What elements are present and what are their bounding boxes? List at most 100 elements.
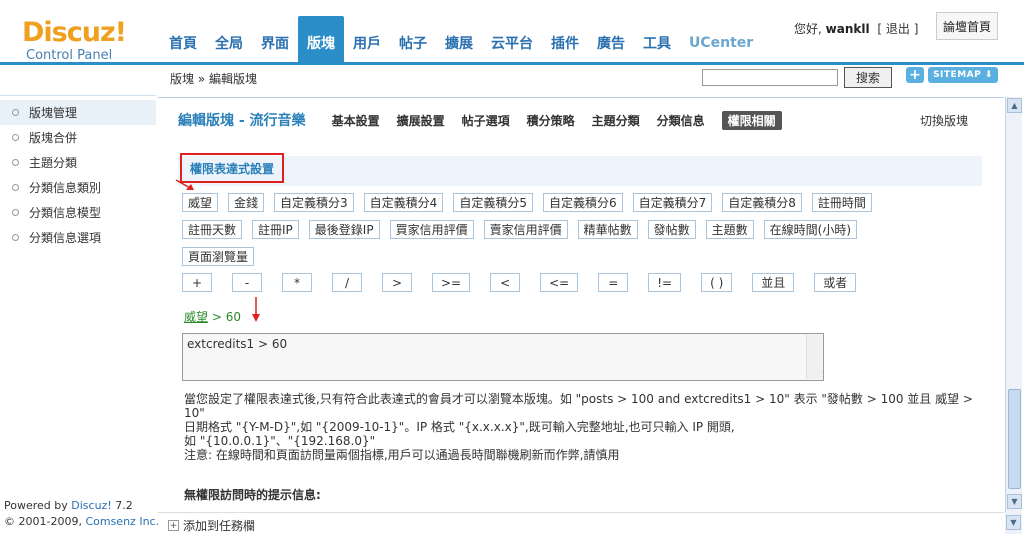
op-button-lte[interactable]: <=	[540, 273, 579, 292]
nav-tab-home[interactable]: 首頁	[160, 16, 206, 62]
textarea-scrollbar[interactable]	[806, 335, 822, 379]
var-button-credit7[interactable]: 自定義積分7	[632, 193, 713, 212]
sidebar-item-label: 主題分類	[29, 156, 78, 170]
op-button-or[interactable]: 或者	[814, 273, 857, 292]
sidebar-item-label: 分類信息類別	[29, 181, 102, 195]
var-button-credit6[interactable]: 自定義積分6	[542, 193, 623, 212]
section-title: 權限表達式設置	[189, 161, 274, 176]
tab-thread-types[interactable]: 主題分類	[592, 112, 640, 129]
var-button-money[interactable]: 金錢	[228, 193, 265, 212]
scroll-down-icon[interactable]: ▼	[1007, 494, 1022, 509]
sidebar-item-thread-types[interactable]: 主題分類	[0, 150, 156, 175]
breadcrumb: 版塊 » 編輯版塊	[170, 72, 257, 86]
tab-info[interactable]: 分類信息	[657, 112, 705, 129]
nav-tab-extend[interactable]: 擴展	[436, 16, 482, 62]
nav-tab-ads[interactable]: 廣告	[588, 16, 634, 62]
nav-tab-global[interactable]: 全局	[206, 16, 252, 62]
var-button-regip[interactable]: 註冊IP	[252, 220, 299, 239]
var-button-online-hours[interactable]: 在線時間(小時)	[763, 220, 858, 239]
variable-buttons-row-1: 威望 金錢 自定義積分3 自定義積分4 自定義積分5 自定義積分6 自定義積分7…	[182, 193, 882, 212]
op-button-gte[interactable]: >=	[432, 273, 471, 292]
sidebar-item-label: 版塊合併	[29, 131, 78, 145]
arrow-down-icon: ⬇	[984, 70, 993, 80]
sidebar-item-info-models[interactable]: 分類信息模型	[0, 200, 156, 225]
forum-home-button[interactable]: 論壇首頁	[936, 12, 998, 40]
add-shortcut-icon[interactable]: +	[906, 67, 924, 83]
var-button-digest-posts[interactable]: 精華帖數	[577, 220, 638, 239]
op-button-and[interactable]: 並且	[752, 273, 795, 292]
noperm-message-label: 無權限訪問時的提示信息:	[184, 488, 321, 502]
expression-term-link[interactable]: 威望	[184, 310, 208, 324]
search-button[interactable]: 搜索	[844, 67, 892, 88]
sitemap-label: SITEMAP	[933, 70, 982, 80]
tab-basic[interactable]: 基本設置	[332, 112, 380, 129]
expression-preview: 威望 > 60	[184, 308, 241, 325]
sidebar-item-info-options[interactable]: 分類信息選項	[0, 225, 156, 250]
nav-tab-users[interactable]: 用戶	[344, 16, 390, 62]
nav-tab-plugins[interactable]: 插件	[542, 16, 588, 62]
nav-tab-posts[interactable]: 帖子	[390, 16, 436, 62]
op-button-minus[interactable]: -	[232, 273, 262, 292]
expression-textarea[interactable]: extcredits1 > 60	[182, 333, 824, 381]
var-button-lastip[interactable]: 最後登錄IP	[308, 220, 380, 239]
sidebar-item-info-categories[interactable]: 分類信息類別	[0, 175, 156, 200]
tab-extended[interactable]: 擴展設置	[397, 112, 445, 129]
powered-by-brand[interactable]: Discuz!	[71, 499, 111, 512]
top-nav: 首頁 全局 界面 版塊 用戶 帖子 擴展 云平台 插件 廣告 工具 UCente…	[160, 16, 762, 62]
tab-permissions[interactable]: 權限相關	[721, 110, 782, 130]
var-button-posts[interactable]: 發帖數	[647, 220, 696, 239]
powered-by-text: Powered by	[4, 499, 68, 512]
var-button-credit4[interactable]: 自定義積分4	[363, 193, 444, 212]
op-button-eq[interactable]: =	[598, 273, 629, 292]
copyright-company[interactable]: Comsenz Inc.	[85, 515, 159, 528]
scroll-up-icon[interactable]: ▲	[1007, 98, 1022, 113]
op-button-lt[interactable]: <	[490, 273, 521, 292]
op-button-gt[interactable]: >	[382, 273, 412, 292]
var-button-seller-rating[interactable]: 賣家信用評價	[483, 220, 568, 239]
scroll-down-icon[interactable]: ▼	[1006, 515, 1021, 530]
tab-credit-policy[interactable]: 積分策略	[527, 112, 575, 129]
nav-tab-style[interactable]: 界面	[252, 16, 298, 62]
scroll-thumb[interactable]	[1008, 389, 1021, 489]
op-button-multiply[interactable]: *	[282, 273, 312, 292]
add-to-taskbar-button[interactable]: + 添加到任務欄	[168, 517, 255, 534]
page-title: 編輯版塊 - 流行音樂	[178, 113, 306, 129]
expression-rest: > 60	[208, 310, 241, 324]
logo[interactable]: Discuz! Control Panel	[22, 18, 142, 64]
var-button-credit8[interactable]: 自定義積分8	[722, 193, 802, 212]
var-button-regdays[interactable]: 註冊天數	[182, 220, 243, 239]
sidebar-item-forum-manage[interactable]: 版塊管理	[0, 100, 156, 125]
var-button-pageviews[interactable]: 頁面瀏覽量	[182, 247, 255, 266]
bullet-icon	[12, 234, 19, 241]
var-button-threads[interactable]: 主題數	[705, 220, 754, 239]
op-button-parens[interactable]: ( )	[701, 273, 733, 292]
search-input[interactable]	[702, 69, 838, 86]
sitemap-button[interactable]: SITEMAP ⬇	[928, 67, 998, 83]
switch-forum-dropdown[interactable]: 切換版塊	[920, 112, 968, 129]
bullet-icon	[12, 109, 19, 116]
nav-tab-cloud[interactable]: 云平台	[482, 16, 542, 62]
op-button-plus[interactable]: +	[182, 273, 212, 292]
vertical-scrollbar[interactable]: ▲ ▼	[1005, 97, 1022, 512]
var-button-credit5[interactable]: 自定義積分5	[453, 193, 533, 212]
op-button-neq[interactable]: !=	[648, 273, 682, 292]
tab-post-options[interactable]: 帖子選項	[462, 112, 510, 129]
nav-tab-ucenter[interactable]: UCenter	[680, 16, 762, 62]
var-button-credit3[interactable]: 自定義積分3	[274, 193, 354, 212]
sidebar-item-forum-merge[interactable]: 版塊合併	[0, 125, 156, 150]
help-line-1: 當您設定了權限表達式後,只有符合此表達式的會員才可以瀏覽本版塊。如 "posts…	[184, 392, 973, 420]
logout-link[interactable]: [ 退出 ]	[877, 22, 918, 36]
nav-tab-tools[interactable]: 工具	[634, 16, 680, 62]
op-button-divide[interactable]: /	[332, 273, 362, 292]
operator-buttons-row: + - * / > >= < <= = != ( ) 並且 或者	[182, 273, 876, 292]
powered-by-version: 7.2	[115, 499, 133, 512]
var-button-buyer-rating[interactable]: 買家信用評價	[389, 220, 474, 239]
breadcrumb-bar: 版塊 » 編輯版塊 搜索 + SITEMAP ⬇	[158, 65, 1004, 93]
help-line-3: 如 "{10.0.0.1}"、"{192.168.0}"	[184, 434, 376, 448]
var-button-regdate[interactable]: 註冊時間	[811, 193, 872, 212]
section-header-bar	[178, 156, 982, 186]
sidebar-item-label: 版塊管理	[29, 106, 78, 120]
var-button-prestige[interactable]: 威望	[182, 193, 219, 212]
nav-tab-forums[interactable]: 版塊	[298, 16, 344, 62]
variable-buttons-row-3: 頁面瀏覽量	[182, 247, 264, 266]
